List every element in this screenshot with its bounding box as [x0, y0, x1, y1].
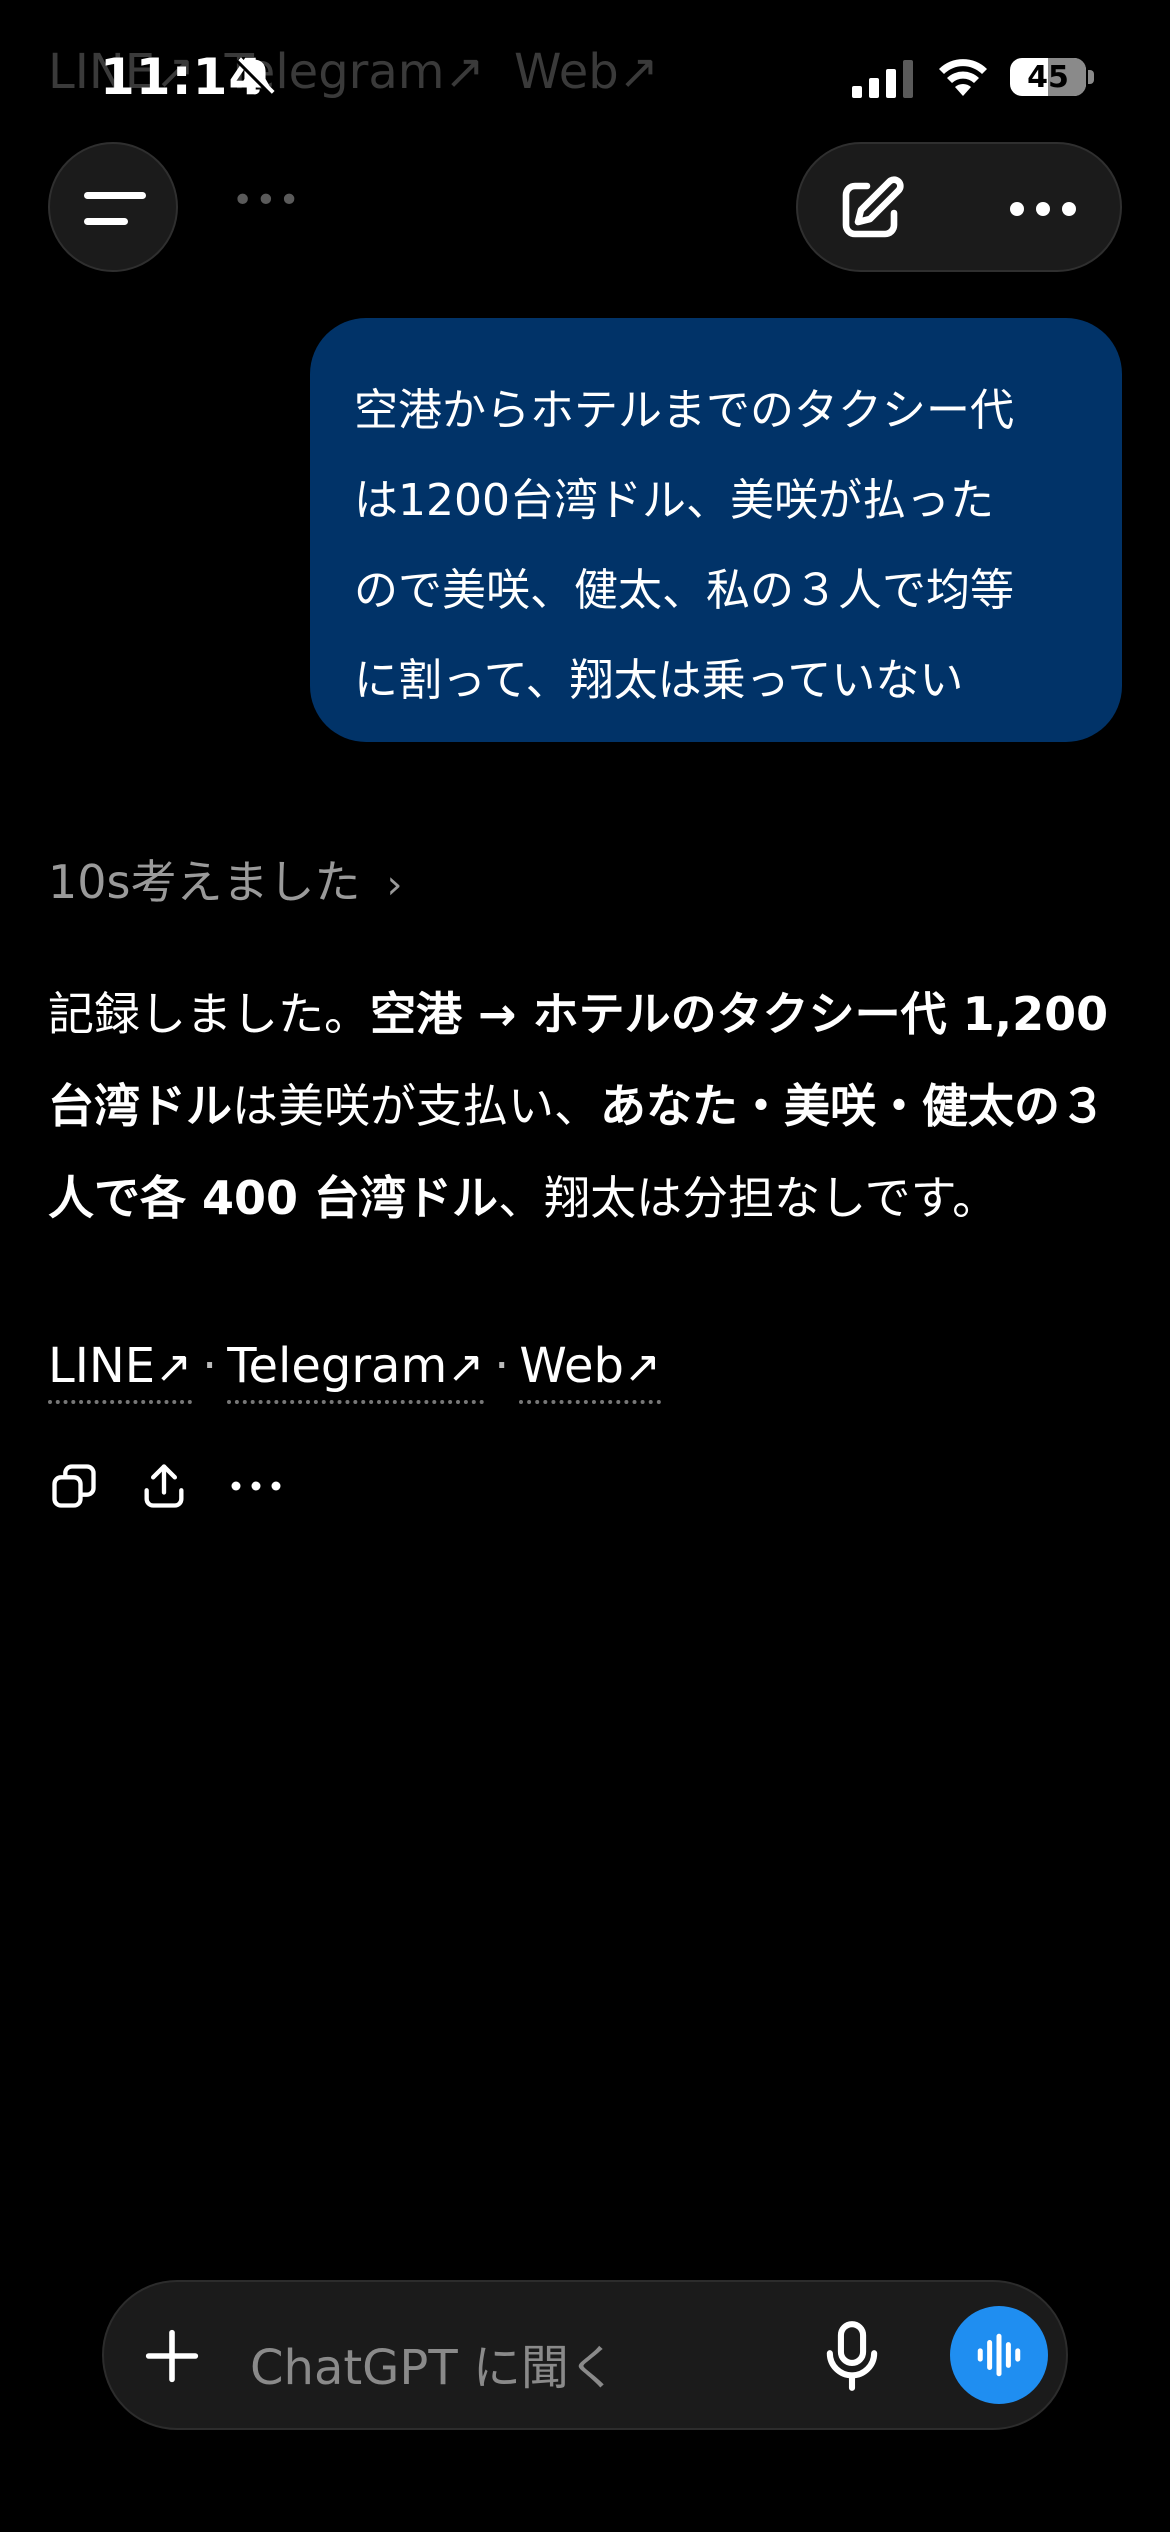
arrow-up-right-icon: ↗ — [155, 1342, 193, 1393]
composer-input[interactable]: ChatGPT に聞く — [250, 2328, 617, 2398]
user-message-line: 空港からホテルまでのタクシー代 — [354, 385, 1014, 436]
user-message-bubble: 空港からホテルまでのタクシー代 は1200台湾ドル、美咲が払った ので美咲、健太… — [310, 318, 1122, 742]
link-web-label: Web — [519, 1338, 625, 1394]
microphone-icon[interactable] — [824, 2320, 880, 2392]
user-message-line: は1200台湾ドル、美咲が払った — [354, 475, 994, 526]
more-icon[interactable] — [230, 1472, 282, 1500]
answer-text: は美咲が支払い、 — [232, 1079, 600, 1133]
share-icon[interactable] — [138, 1460, 190, 1512]
link-telegram[interactable]: Telegram↗ — [227, 1338, 485, 1404]
link-web[interactable]: Web↗ — [519, 1338, 661, 1404]
voice-mode-icon — [977, 2333, 1021, 2377]
arrow-up-right-icon: ↗ — [447, 1342, 485, 1393]
copy-icon[interactable] — [48, 1460, 100, 1512]
link-separator: · — [494, 1338, 510, 1394]
link-telegram-label: Telegram — [227, 1338, 448, 1394]
app-links: LINE↗ · Telegram↗ · Web↗ — [48, 1338, 661, 1404]
link-line[interactable]: LINE↗ — [48, 1338, 193, 1404]
bell-muted-icon — [235, 57, 275, 97]
top-actions-pill — [796, 142, 1122, 272]
ghost-link-web: Web↗ — [514, 44, 659, 100]
battery-nub — [1088, 70, 1094, 84]
chevron-right-icon: › — [386, 862, 403, 908]
message-composer: ChatGPT に聞く — [102, 2280, 1068, 2430]
plus-icon[interactable] — [144, 2328, 200, 2384]
user-message-line: ので美咲、健太、私の３人で均等 — [354, 565, 1014, 616]
thought-label: 10s考えました — [48, 855, 361, 909]
user-message-line: に割って、翔太は乗っていない — [354, 655, 964, 706]
link-line-label: LINE — [48, 1338, 156, 1394]
thought-summary-toggle[interactable]: 10s考えました › — [48, 846, 403, 912]
answer-text: 記録しました。 — [48, 987, 370, 1041]
sidebar-menu-button[interactable] — [48, 142, 178, 272]
assistant-message: 記録しました。空港 → ホテルのタクシー代 1,200台湾ドルは美咲が支払い、あ… — [48, 968, 1128, 1244]
compose-icon[interactable] — [834, 174, 906, 246]
voice-mode-button[interactable] — [950, 2306, 1048, 2404]
battery-indicator: 45 — [1010, 58, 1086, 96]
battery-level: 45 — [1027, 60, 1069, 95]
ghost-more-icon: ••• — [232, 180, 302, 221]
answer-text: 、翔太は分担なしです。 — [498, 1171, 999, 1225]
cellular-signal-icon — [852, 60, 913, 98]
more-icon[interactable] — [1008, 200, 1078, 218]
link-separator: · — [202, 1338, 218, 1394]
wifi-icon — [939, 59, 987, 96]
arrow-up-right-icon: ↗ — [624, 1342, 661, 1393]
